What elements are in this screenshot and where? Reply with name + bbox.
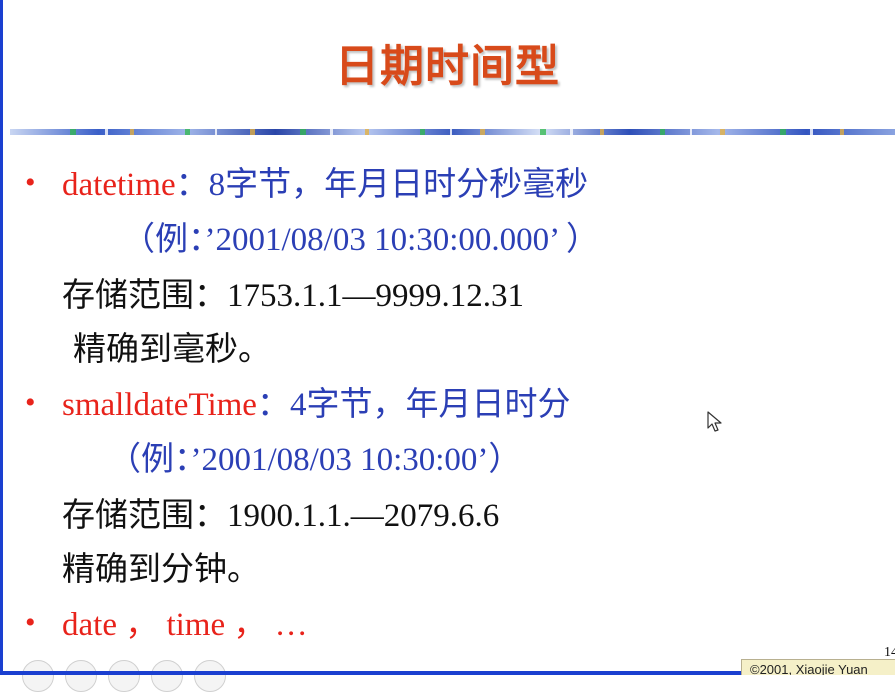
example-datetime: （例：’2001/08/03 10:30:00.000’ ） — [122, 222, 599, 258]
mouse-pointer-icon — [707, 411, 722, 432]
type-desc-smalldatetime: ：4字节，年月日时分 — [256, 387, 571, 423]
left-border — [0, 0, 3, 675]
bullet-dot-icon: • — [25, 606, 36, 639]
bullet-dot-icon: • — [25, 386, 36, 419]
type-name-date-time: date ， time ， … — [62, 607, 308, 643]
bullet-dot-icon: • — [25, 166, 36, 199]
nav-zoom-button[interactable] — [151, 660, 183, 692]
datetime-line: datetime：8字节，年月日时分秒毫秒 — [62, 165, 588, 205]
type-desc-datetime: ：8字节，年月日时分秒毫秒 — [175, 167, 589, 203]
type-name-datetime: datetime — [62, 167, 176, 203]
precision-datetime: 精确到毫秒。 — [73, 332, 271, 368]
nav-pen-button[interactable] — [108, 660, 140, 692]
decorative-divider — [10, 129, 895, 135]
nav-next-button[interactable] — [194, 660, 226, 692]
precision-smalldatetime: 精确到分钟。 — [62, 552, 260, 588]
range-datetime: 存储范围：1753.1.1—9999.12.31 — [62, 278, 524, 314]
slide-title: 日期时间型 — [335, 41, 560, 92]
copyright-label: ©2001, Xiaojie Yuan — [741, 659, 895, 675]
range-smalldatetime: 存储范围：1900.1.1.—2079.6.6 — [62, 498, 500, 534]
example-smalldatetime: （例：’2001/08/03 10:30:00’） — [108, 442, 522, 478]
type-name-smalldatetime: smalldateTime — [62, 387, 257, 423]
smalldatetime-line: smalldateTime：4字节，年月日时分 — [62, 385, 570, 425]
nav-prev-button[interactable] — [22, 660, 54, 692]
nav-menu-button[interactable] — [65, 660, 97, 692]
